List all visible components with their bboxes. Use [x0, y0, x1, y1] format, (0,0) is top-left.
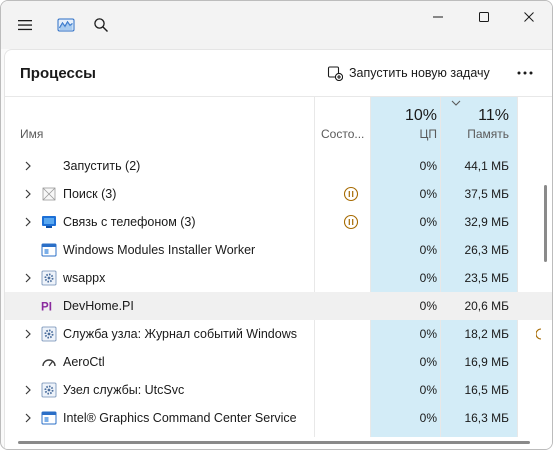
process-memory: 16,5 МБ	[464, 383, 509, 397]
table-row[interactable]: Узел службы: UtcSvc 0% 16,5 МБ	[5, 376, 552, 404]
chevron-right-icon[interactable]	[23, 328, 33, 340]
more-horizontal-icon	[517, 71, 533, 75]
table-row[interactable]: Запустить (2) 0% 44,1 МБ	[5, 152, 552, 180]
chevron-right-icon[interactable]	[23, 384, 33, 396]
table-row[interactable]: Поиск (3) 0% 37,5 МБ	[5, 180, 552, 208]
close-button[interactable]	[506, 1, 552, 33]
process-memory: 37,5 МБ	[464, 187, 509, 201]
maximize-button[interactable]	[461, 1, 507, 33]
truncated-column-indicator	[536, 328, 542, 340]
process-cpu: 0%	[419, 159, 437, 173]
suspended-icon	[343, 186, 359, 202]
process-name: Узел службы: UtcSvc	[63, 383, 185, 397]
table-row[interactable]: Intel® Graphics Command Center Service 0…	[5, 404, 552, 432]
processes-panel: Процессы Запустить новую задачу Имя Сост…	[4, 49, 552, 449]
more-options-button[interactable]	[510, 62, 540, 84]
vertical-scrollbar[interactable]	[544, 185, 547, 262]
column-header-memory[interactable]: Память	[441, 127, 509, 141]
process-name: Windows Modules Installer Worker	[63, 243, 256, 257]
process-list: Запустить (2) 0% 44,1 МБ Поиск (3) 0% 37…	[5, 152, 552, 432]
minimize-icon	[433, 16, 443, 18]
phone-link-icon	[41, 214, 57, 230]
hamburger-icon[interactable]	[13, 13, 37, 37]
gear-service-icon	[41, 270, 57, 286]
table-row[interactable]: AeroCtl 0% 16,9 МБ	[5, 348, 552, 376]
table-row[interactable]: Windows Modules Installer Worker 0% 26,3…	[5, 236, 552, 264]
performance-graph-icon	[54, 13, 78, 37]
window-app-icon	[41, 242, 57, 258]
process-name: Запустить (2)	[63, 159, 141, 173]
gear-service-icon	[41, 326, 57, 342]
gauge-icon	[41, 354, 57, 370]
process-name: Служба узла: Журнал событий Windows	[63, 327, 297, 341]
task-manager-window: Процессы Запустить новую задачу Имя Сост…	[0, 0, 553, 450]
gear-service-icon	[41, 382, 57, 398]
process-cpu: 0%	[419, 299, 437, 313]
close-icon	[524, 12, 534, 22]
table-row[interactable]: PI DevHome.PI 0% 20,6 МБ	[5, 292, 552, 320]
run-task-label: Запустить новую задачу	[349, 66, 490, 80]
table-row[interactable]: wsappx 0% 23,5 МБ	[5, 264, 552, 292]
process-cpu: 0%	[419, 271, 437, 285]
memory-total-percent[interactable]: 11%	[441, 107, 509, 125]
column-header-name[interactable]: Имя	[20, 127, 43, 141]
process-memory: 26,3 МБ	[464, 243, 509, 257]
maximize-icon	[479, 12, 489, 22]
page-title: Процессы	[20, 65, 96, 82]
process-cpu: 0%	[419, 215, 437, 229]
process-name: AeroCtl	[63, 355, 105, 369]
process-name: DevHome.PI	[63, 299, 134, 313]
pi-icon: PI	[41, 298, 57, 314]
process-name: Intel® Graphics Command Center Service	[63, 411, 297, 425]
sort-descending-icon	[451, 100, 461, 106]
process-cpu: 0%	[419, 411, 437, 425]
process-cpu: 0%	[419, 383, 437, 397]
process-memory: 18,2 МБ	[464, 327, 509, 341]
search-icon[interactable]	[89, 13, 113, 37]
chevron-right-icon[interactable]	[23, 216, 33, 228]
process-cpu: 0%	[419, 243, 437, 257]
table-row[interactable]: Связь с телефоном (3) 0% 32,9 МБ	[5, 208, 552, 236]
process-name: wsappx	[63, 271, 106, 285]
run-task-icon	[327, 66, 343, 81]
column-header-cpu[interactable]: ЦП	[370, 127, 437, 141]
chevron-right-icon[interactable]	[23, 412, 33, 424]
chevron-right-icon[interactable]	[23, 272, 33, 284]
table-row[interactable]: Служба узла: Журнал событий Windows 0% 1…	[5, 320, 552, 348]
process-name: Связь с телефоном (3)	[63, 215, 196, 229]
column-header-status[interactable]: Состо...	[321, 127, 364, 141]
title-bar	[1, 1, 552, 49]
process-memory: 16,9 МБ	[464, 355, 509, 369]
process-memory: 20,6 МБ	[464, 299, 509, 313]
process-memory: 16,3 МБ	[464, 411, 509, 425]
process-cpu: 0%	[419, 327, 437, 341]
window-app-icon	[41, 410, 57, 426]
process-name: Поиск (3)	[63, 187, 117, 201]
process-cpu: 0%	[419, 355, 437, 369]
minimize-button[interactable]	[415, 1, 461, 33]
horizontal-scrollbar[interactable]	[18, 441, 530, 444]
cpu-total-percent[interactable]: 10%	[370, 107, 437, 125]
suspended-icon	[343, 214, 359, 230]
run-new-task-button[interactable]: Запустить новую задачу	[327, 62, 490, 84]
process-memory: 44,1 МБ	[464, 159, 509, 173]
process-memory: 23,5 МБ	[464, 271, 509, 285]
process-cpu: 0%	[419, 187, 437, 201]
chevron-right-icon[interactable]	[23, 188, 33, 200]
chevron-right-icon[interactable]	[23, 160, 33, 172]
svg-text:PI: PI	[41, 301, 52, 313]
search-app-icon	[41, 186, 57, 202]
process-memory: 32,9 МБ	[464, 215, 509, 229]
